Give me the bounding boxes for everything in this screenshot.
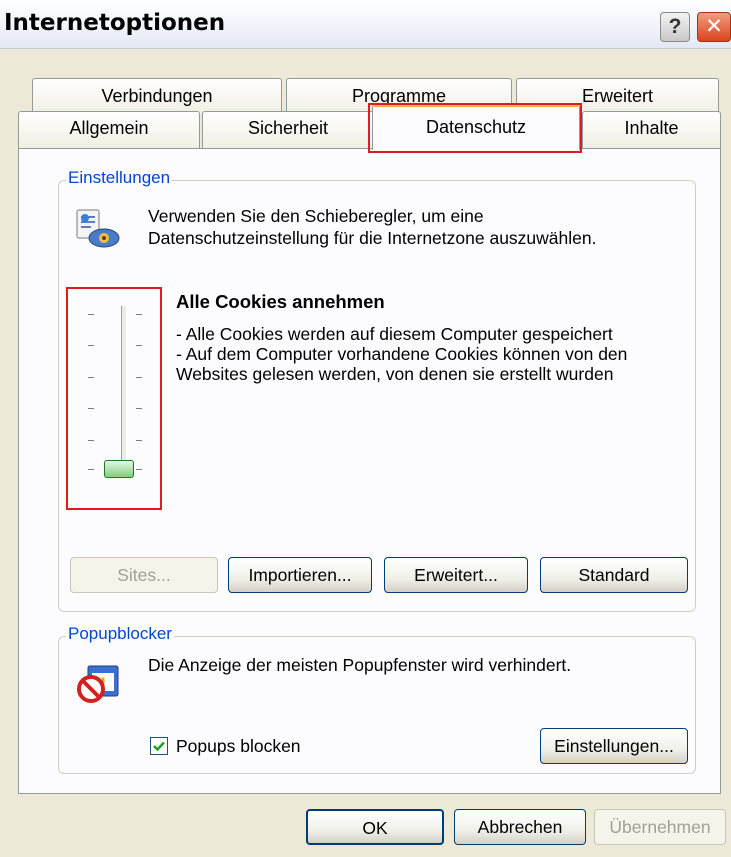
settings-intro-line2: Datenschutzeinstellung für die Internetz…: [148, 228, 597, 248]
slider-tick: [136, 408, 142, 409]
popup-blocker-icon: !: [77, 665, 119, 703]
slider-tick: [88, 345, 94, 346]
slider-tick: [136, 469, 142, 470]
slider-tick: [88, 408, 94, 409]
privacy-desc-line3: Websites gelesen werden, von denen sie e…: [176, 364, 614, 384]
tab-allgemein[interactable]: Allgemein: [18, 111, 200, 149]
privacy-level-title: Alle Cookies annehmen: [176, 291, 385, 312]
slider-tick: [88, 314, 94, 315]
slider-tick: [136, 440, 142, 441]
advanced-button[interactable]: Erweitert...: [384, 557, 528, 593]
tab-inhalte[interactable]: Inhalte: [582, 111, 721, 149]
popup-blocker-description: Die Anzeige der meisten Popupfenster wir…: [148, 655, 572, 675]
privacy-slider-thumb[interactable]: [104, 460, 134, 478]
dialog-title: Internetoptionen: [4, 10, 226, 36]
sites-button[interactable]: Sites...: [70, 557, 218, 593]
import-button[interactable]: Importieren...: [228, 557, 372, 593]
checkmark-icon: [153, 741, 165, 752]
close-button[interactable]: ✕: [697, 12, 731, 42]
privacy-slider-track[interactable]: [121, 306, 127, 476]
tab-verbindungen[interactable]: Verbindungen: [32, 78, 282, 114]
tab-sicherheit[interactable]: Sicherheit: [202, 111, 374, 149]
cancel-button[interactable]: Abbrechen: [454, 809, 586, 845]
help-button[interactable]: ?: [660, 12, 690, 42]
popup-settings-button[interactable]: Einstellungen...: [540, 728, 688, 764]
settings-intro-line1: Verwenden Sie den Schieberegler, um eine: [148, 206, 484, 226]
slider-tick: [88, 469, 94, 470]
popup-block-label[interactable]: Popups blocken: [176, 735, 301, 757]
popup-blocker-legend: Popupblocker: [66, 624, 174, 644]
ok-button[interactable]: OK: [306, 809, 444, 845]
title-bar[interactable]: Internetoptionen ? ✕: [0, 0, 731, 49]
tab-datenschutz[interactable]: Datenschutz: [372, 104, 580, 150]
slider-tick: [88, 440, 94, 441]
apply-button[interactable]: Übernehmen: [594, 809, 726, 845]
slider-tick: [136, 377, 142, 378]
internet-options-dialog: Internetoptionen ? ✕ Verbindungen Progra…: [0, 0, 731, 857]
popup-block-checkbox[interactable]: [150, 737, 168, 755]
default-button[interactable]: Standard: [540, 557, 688, 593]
slider-tick: [136, 345, 142, 346]
slider-tick: [88, 377, 94, 378]
privacy-icon: [76, 209, 120, 248]
privacy-desc-line2: - Auf dem Computer vorhandene Cookies kö…: [176, 344, 628, 364]
slider-tick: [136, 314, 142, 315]
settings-group-legend: Einstellungen: [66, 168, 173, 188]
privacy-desc-line1: - Alle Cookies werden auf diesem Compute…: [176, 324, 613, 344]
